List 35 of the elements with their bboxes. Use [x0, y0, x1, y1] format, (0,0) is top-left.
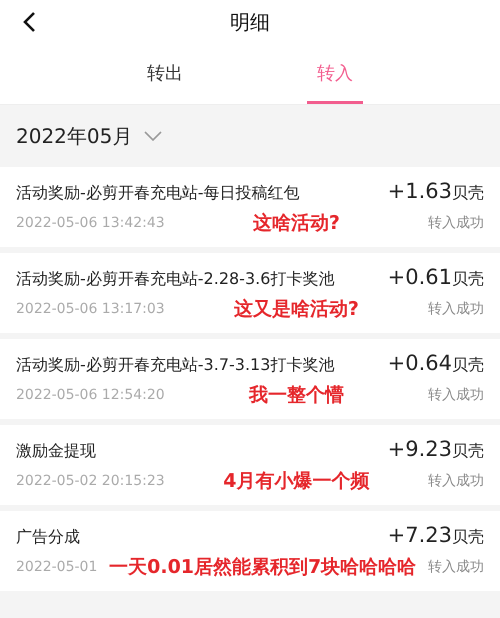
record-amount: +9.23贝壳 — [388, 437, 484, 462]
record-amount: +0.61贝壳 — [388, 265, 484, 290]
record-time: 2022-05-02 20:15:23 — [16, 473, 165, 489]
month-selector[interactable]: 2022年05月 — [16, 122, 162, 150]
page-title: 明细 — [230, 8, 270, 36]
tab[interactable]: 转出 — [137, 44, 193, 104]
record-title: 活动奖励-必剪开春充电站-每日投稿红包 — [16, 183, 300, 204]
record-time: 2022-05-06 13:17:03 — [16, 301, 165, 317]
record-title: 广告分成 — [16, 527, 80, 548]
record-amount: +0.64贝壳 — [388, 351, 484, 376]
record-status: 转入成功 — [428, 558, 484, 576]
record-item[interactable]: 活动奖励-必剪开春充电站-每日投稿红包 +1.63贝壳 2022-05-06 13:42:43 这啥活动? 转入成功 — [0, 167, 500, 247]
record-title: 活动奖励-必剪开春充电站-2.28-3.6打卡奖池 — [16, 269, 334, 290]
annotation-note: 这又是啥活动? — [232, 297, 360, 322]
record-item[interactable]: 活动奖励-必剪开春充电站-2.28-3.6打卡奖池 +0.61贝壳 2022-05-06 13:17:03 这又是啥活动? 转入成功 — [0, 253, 500, 333]
record-item[interactable]: 活动奖励-必剪开春充电站-3.7-3.13打卡奖池 +0.64贝壳 2022-05-06 12:54:20 我一整个懵 转入成功 — [0, 339, 500, 419]
record-amount: +1.63贝壳 — [388, 179, 484, 204]
record-status: 转入成功 — [428, 300, 484, 318]
record-time: 2022-05-01 — [16, 559, 98, 575]
annotation-note: 4月有小爆一个频 — [222, 469, 370, 494]
annotation-note: 这啥活动? — [252, 211, 341, 236]
record-status: 转入成功 — [428, 214, 484, 232]
record-time: 2022-05-06 12:54:20 — [16, 387, 165, 403]
record-item[interactable]: 激励金提现 +9.23贝壳 2022-05-02 20:15:23 4月有小爆一个频 转入成功 — [0, 425, 500, 505]
record-title: 活动奖励-必剪开春充电站-3.7-3.13打卡奖池 — [16, 355, 334, 376]
record-amount: +7.23贝壳 — [388, 523, 484, 548]
record-status: 转入成功 — [428, 386, 484, 404]
annotation-note: 我一整个懵 — [248, 383, 345, 408]
record-item[interactable]: 广告分成 +7.23贝壳 2022-05-01 一天0.01居然能累积到7块哈哈哈哈 转入成功 — [0, 511, 500, 591]
record-status: 转入成功 — [428, 472, 484, 490]
back-icon[interactable] — [22, 11, 36, 33]
annotation-note: 一天0.01居然能累积到7块哈哈哈哈 — [108, 555, 418, 580]
chevron-down-icon — [144, 131, 162, 141]
record-title: 激励金提现 — [16, 441, 96, 462]
record-time: 2022-05-06 13:42:43 — [16, 215, 165, 231]
